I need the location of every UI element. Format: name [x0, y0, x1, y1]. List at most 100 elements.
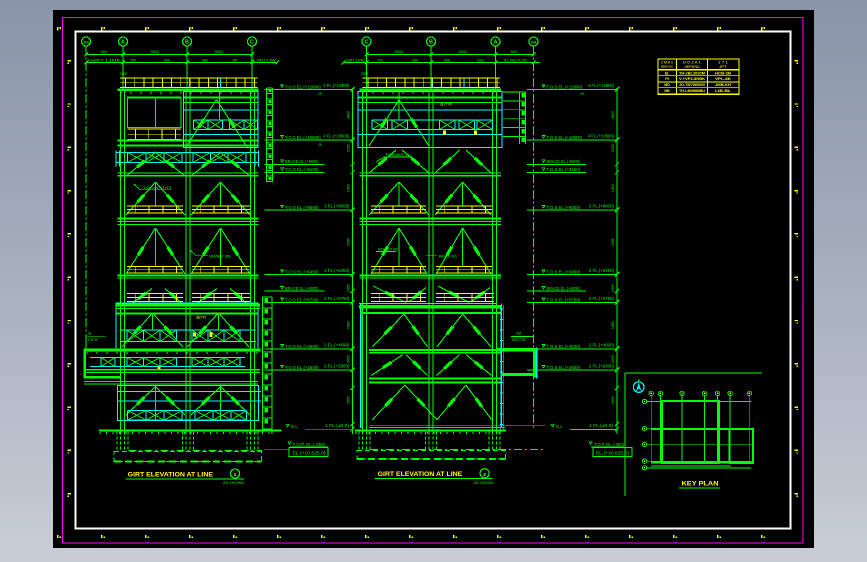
- svg-text:530: 530: [164, 59, 170, 63]
- svg-text:T.O.S EL.(+8000): T.O.S EL.(+8000): [285, 205, 319, 210]
- svg-text:SL: SL: [88, 332, 92, 336]
- svg-text:2M: 2M: [516, 332, 521, 336]
- svg-text:500: 500: [511, 49, 518, 54]
- svg-text:1 FL.(±0.0): 1 FL.(±0.0): [325, 423, 350, 428]
- svg-text:GIRT LINE: GIRT LINE: [88, 59, 122, 63]
- svg-text:BRACE EL.(+9600): BRACE EL.(+9600): [547, 159, 581, 164]
- svg-text:3 FL.(+6450): 3 FL.(+6450): [324, 268, 350, 273]
- svg-text:C: C: [365, 40, 369, 46]
- svg-text:A: A: [494, 40, 498, 46]
- svg-text:BRACE (W): BRACE (W): [439, 255, 458, 259]
- svg-text:2 FL.(+5750): 2 FL.(+5750): [324, 296, 350, 301]
- svg-text:LIB-BL: LIB-BL: [715, 89, 732, 93]
- svg-text:T.O.P GL.(-350): T.O.P GL.(-350): [594, 442, 625, 447]
- svg-text:2600: 2600: [611, 396, 615, 404]
- svg-text:JMB-KH: JMB-KH: [715, 83, 731, 87]
- svg-text:4L MO'LIW: 4L MO'LIW: [250, 59, 277, 63]
- svg-text:3 FL.(+8000): 3 FL.(+8000): [324, 203, 350, 208]
- svg-text:GIRT LINE: GIRT LINE: [345, 59, 365, 63]
- svg-text:5000: 5000: [395, 49, 404, 54]
- svg-text:JPT: JPT: [719, 65, 727, 69]
- svg-text:1600: 1600: [611, 284, 615, 292]
- svg-text:25M: 25M: [120, 72, 127, 76]
- svg-text:25M: 25M: [361, 72, 368, 76]
- svg-text:BB: BB: [664, 89, 670, 93]
- svg-text:5000: 5000: [151, 49, 160, 54]
- svg-text:25: 25: [580, 92, 584, 96]
- svg-text:A: A: [121, 40, 125, 46]
- svg-text:@ (TYP): @ (TYP): [440, 102, 453, 106]
- svg-text:PER PC: PER PC: [661, 65, 674, 69]
- svg-text:500: 500: [101, 49, 108, 54]
- svg-text:52B: 52B: [477, 59, 484, 63]
- svg-text:2150: 2150: [611, 144, 615, 152]
- svg-text:EL: EL: [665, 71, 670, 75]
- svg-text:T.O.S EL.(+10500): T.O.S EL.(+10500): [547, 135, 583, 140]
- svg-text:GIRT ELEVATION AT LINE: GIRT ELEVATION AT LINE: [128, 472, 214, 479]
- svg-text:1600: 1600: [347, 284, 351, 292]
- svg-text:MEMBER (W): MEMBER (W): [378, 248, 399, 252]
- svg-text:5000: 5000: [215, 49, 224, 54]
- svg-text:@(TP): @(TP): [196, 316, 207, 320]
- svg-text:3800: 3800: [347, 111, 351, 119]
- svg-text:4L MO'LIW: 4L MO'LIW: [504, 59, 528, 63]
- svg-text:Aa: Aa: [531, 40, 537, 45]
- svg-text:1 7 1: 1 7 1: [718, 60, 728, 64]
- svg-text:GIRT ELEVATION AT LINE: GIRT ELEVATION AT LINE: [378, 471, 463, 478]
- svg-text:O O 2 A 1: O O 2 A 1: [683, 60, 701, 64]
- svg-text:4 FL.(+12800): 4 FL.(+12800): [323, 83, 350, 88]
- svg-text:1: 1: [234, 472, 237, 478]
- svg-text:2 FL.(+2600): 2 FL.(+2600): [324, 363, 350, 368]
- svg-text:2150: 2150: [347, 144, 351, 152]
- svg-text:FRAMED (4): FRAMED (4): [386, 153, 412, 157]
- svg-text:548: 548: [444, 59, 450, 63]
- svg-text:T.O.P GL.(-350): T.O.P GL.(-350): [293, 442, 327, 447]
- svg-text:BRACE EL.(+9600): BRACE EL.(+9600): [285, 159, 319, 164]
- svg-text:KEY PLAN: KEY PLAN: [682, 482, 719, 488]
- svg-text:1 FL.(±0.0): 1 FL.(±0.0): [589, 423, 614, 428]
- svg-text:25: 25: [318, 92, 322, 96]
- svg-text:B: B: [429, 40, 433, 46]
- svg-text:V-+VP2-8HBK: V-+VP2-8HBK: [679, 77, 705, 81]
- svg-text:1400: 1400: [347, 184, 351, 192]
- svg-text:4 FL.(+10500): 4 FL.(+10500): [588, 133, 615, 138]
- svg-text:2 FL.(+2600): 2 FL.(+2600): [589, 363, 615, 368]
- svg-text:4 FL.(+12800): 4 FL.(+12800): [588, 83, 615, 88]
- svg-text:T.O.S EL.(+4600): T.O.S EL.(+4600): [547, 344, 581, 349]
- svg-text:B: B: [185, 40, 189, 46]
- svg-text:2: 2: [483, 472, 486, 478]
- svg-text:G.L: G.L: [556, 424, 563, 429]
- svg-text:JIEPEND: JIEPEND: [684, 65, 701, 69]
- svg-text:1850: 1850: [347, 321, 351, 329]
- svg-text:T.O.S EL.(+4600): T.O.S EL.(+4600): [285, 344, 319, 349]
- svg-text:2 FL.(+5750): 2 FL.(+5750): [589, 296, 615, 301]
- svg-text:G.L: G.L: [291, 424, 298, 429]
- svg-text:NOTE: NOTE: [512, 338, 527, 342]
- svg-text:T.O.S.(N) (TYP): T.O.S.(N) (TYP): [143, 186, 172, 190]
- svg-text:GR W: GR W: [88, 338, 98, 342]
- svg-text:1850: 1850: [611, 321, 615, 329]
- svg-text:JO-TIE7WB000: JO-TIE7WB000: [679, 83, 705, 87]
- svg-text:3 FL.(+6450): 3 FL.(+6450): [589, 268, 615, 273]
- svg-text:2600: 2600: [347, 396, 351, 404]
- svg-text:1400: 1400: [611, 184, 615, 192]
- svg-text:T.O.S EL.(+6450): T.O.S EL.(+6450): [285, 269, 319, 274]
- svg-text:T.O.S EL.(+5750): T.O.S EL.(+5750): [547, 297, 581, 302]
- svg-text:5000: 5000: [459, 49, 468, 54]
- svg-text:2350: 2350: [611, 238, 615, 246]
- svg-text:EL.(+10,625.0): EL.(+10,625.0): [293, 450, 327, 455]
- svg-text:AS SHOWN: AS SHOWN: [223, 481, 245, 485]
- svg-text:T.O.S EL.(+2600): T.O.S EL.(+2600): [285, 365, 319, 370]
- svg-text:VPL-8K: VPL-8K: [715, 77, 732, 81]
- svg-text:2 M A 1: 2 M A 1: [661, 60, 673, 64]
- svg-text:T.O.S EL.(+2600): T.O.S EL.(+2600): [547, 365, 581, 370]
- svg-text:560: 560: [202, 59, 208, 63]
- svg-text:AS SHOWN: AS SHOWN: [474, 481, 494, 485]
- svg-text:T.O.S EL.(+12800): T.O.S EL.(+12800): [547, 84, 583, 89]
- svg-text:T.O.S EL.(+9150): T.O.S EL.(+9150): [547, 167, 581, 172]
- svg-text:2350: 2350: [347, 238, 351, 246]
- svg-text:T.O.S EL.(+6450): T.O.S EL.(+6450): [547, 269, 581, 274]
- svg-text:250: 250: [130, 59, 136, 63]
- svg-text:4 FL.(+10500): 4 FL.(+10500): [323, 133, 350, 138]
- svg-text:3800: 3800: [611, 111, 615, 119]
